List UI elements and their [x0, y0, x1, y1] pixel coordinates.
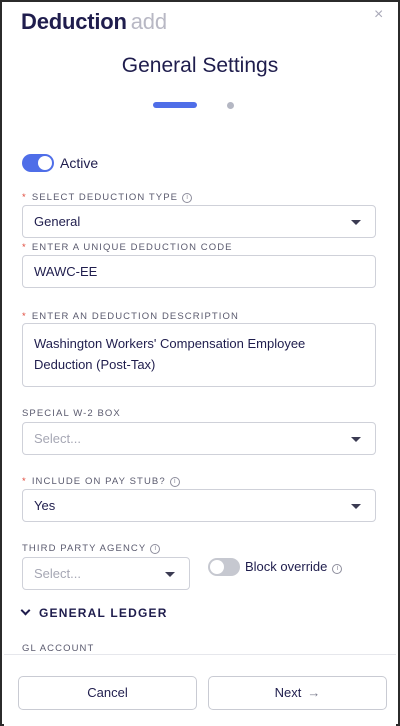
deduction-code-label: * ENTER A UNIQUE DEDUCTION CODE — [22, 242, 233, 253]
info-icon[interactable]: i — [182, 193, 193, 203]
block-override-label: Block override i — [245, 559, 343, 574]
third-party-label-text: THIRD PARTY AGENCY — [22, 543, 147, 554]
deduction-type-label: * SELECT DEDUCTION TYPE i — [22, 192, 193, 203]
deduction-type-label-text: SELECT DEDUCTION TYPE — [31, 192, 179, 203]
deduction-description-textarea[interactable]: Washington Workers' Compensation Employe… — [22, 323, 376, 387]
required-marker: * — [22, 476, 27, 487]
dialog-title-suffix: add — [130, 9, 167, 34]
required-marker: * — [22, 311, 27, 322]
deduction-code-input[interactable]: WAWC-EE — [22, 255, 376, 288]
active-toggle[interactable] — [22, 154, 54, 172]
deduction-description-label: * ENTER AN DEDUCTION DESCRIPTION — [22, 311, 239, 322]
chevron-down-icon — [351, 220, 361, 225]
dialog-title: Deduction add — [21, 9, 167, 35]
required-marker: * — [22, 192, 27, 203]
w2-box-placeholder: Select... — [34, 431, 81, 446]
pay-stub-select[interactable]: Yes — [22, 489, 376, 522]
dialog-footer: Cancel Next → — [4, 654, 396, 726]
deduction-dialog: Deduction add × General Settings Active *… — [0, 0, 400, 726]
deduction-code-value: WAWC-EE — [34, 264, 98, 279]
deduction-code-label-text: ENTER A UNIQUE DEDUCTION CODE — [31, 242, 233, 253]
deduction-type-select[interactable]: General — [22, 205, 376, 238]
required-marker: * — [22, 242, 27, 253]
next-button-label: Next — [274, 685, 302, 700]
deduction-description-value: Washington Workers' Compensation Employe… — [34, 336, 306, 372]
info-icon[interactable]: i — [150, 544, 161, 554]
step-1-indicator — [153, 102, 197, 108]
toggle-knob — [38, 156, 52, 170]
third-party-placeholder: Select... — [34, 566, 81, 581]
deduction-type-value: General — [34, 214, 81, 229]
step-2-indicator[interactable] — [227, 102, 234, 109]
deduction-description-label-text: ENTER AN DEDUCTION DESCRIPTION — [31, 311, 239, 322]
close-icon[interactable]: × — [374, 7, 388, 23]
chevron-down-icon — [351, 437, 361, 442]
info-icon[interactable]: i — [332, 564, 343, 574]
w2-box-select[interactable]: Select... — [22, 422, 376, 455]
general-ledger-section-toggle[interactable]: GENERAL LEDGER — [20, 605, 168, 620]
chevron-down-icon — [20, 605, 31, 616]
w2-box-label: SPECIAL W-2 BOX — [22, 408, 121, 419]
third-party-label: THIRD PARTY AGENCY i — [22, 543, 161, 554]
gl-account-label: GL ACCOUNT — [22, 643, 95, 654]
dialog-title-text: Deduction — [21, 9, 127, 34]
section-title: General Settings — [121, 54, 279, 77]
cancel-button[interactable]: Cancel — [18, 676, 197, 710]
pay-stub-label: * INCLUDE ON PAY STUB? i — [22, 476, 180, 487]
pay-stub-value: Yes — [34, 498, 56, 513]
chevron-down-icon — [165, 572, 175, 577]
active-toggle-label: Active — [60, 155, 99, 171]
arrow-right-icon: → — [307, 685, 321, 700]
toggle-knob — [210, 560, 224, 574]
info-icon[interactable]: i — [169, 477, 180, 487]
general-ledger-label: GENERAL LEDGER — [39, 606, 168, 620]
block-override-label-text: Block override — [245, 559, 328, 574]
next-button[interactable]: Next → — [208, 676, 387, 710]
third-party-select[interactable]: Select... — [22, 557, 190, 590]
chevron-down-icon — [351, 504, 361, 509]
pay-stub-label-text: INCLUDE ON PAY STUB? — [31, 476, 166, 487]
block-override-toggle[interactable] — [208, 558, 240, 576]
